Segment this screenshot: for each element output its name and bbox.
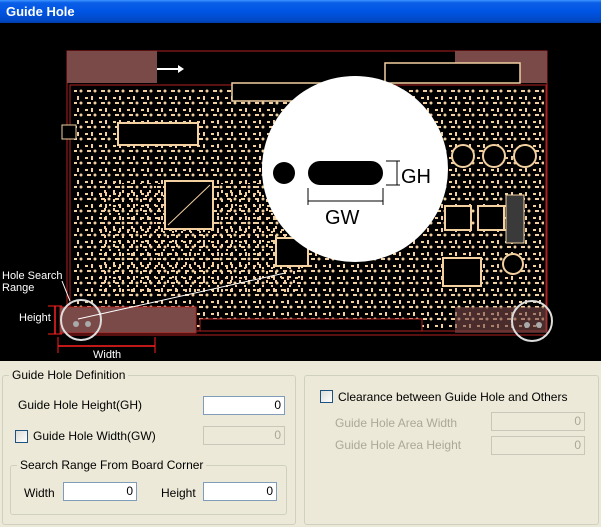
width-label: Width [93, 349, 122, 361]
window-title: Guide Hole [0, 0, 601, 23]
search-width-label: Width [24, 486, 55, 500]
guide-hole-width-label: Guide Hole Width(GW) [33, 429, 156, 443]
guide-hole-height-input[interactable]: 0 [203, 396, 285, 415]
search-range-region [59, 306, 197, 334]
search-range-title: Search Range From Board Corner [17, 458, 207, 472]
guide-hole-area-width-input[interactable]: 0 [491, 412, 585, 431]
guide-hole-area-height-input[interactable]: 0 [491, 436, 585, 455]
search-height-label: Height [161, 486, 196, 500]
pcb-preview: GH GW Hole Search Range Height Width [0, 23, 601, 361]
clearance-checkbox-label: Clearance between Guide Hole and Others [338, 390, 571, 404]
guide-hole-definition-title: Guide Hole Definition [9, 368, 129, 382]
top-left-region [67, 51, 157, 83]
slot-hole-icon [308, 161, 383, 185]
pcb-board-image: GH GW [48, 50, 553, 353]
gw-label: GW [325, 207, 360, 229]
gh-label: GH [401, 166, 431, 188]
guide-hole-area-height-label: Guide Hole Area Height [335, 438, 462, 452]
hole-search-range-label: Hole Search Range [2, 270, 63, 294]
clearance-checkbox[interactable] [320, 390, 333, 403]
search-height-input[interactable]: 0 [203, 482, 277, 501]
round-hole-icon [273, 162, 295, 184]
guide-hole-width-input[interactable]: 0 [203, 426, 285, 445]
height-label: Height [19, 312, 51, 324]
guide-hole-height-label: Guide Hole Height(GH) [18, 398, 143, 412]
search-width-input[interactable]: 0 [63, 482, 137, 501]
guide-hole-width-checkbox[interactable] [15, 430, 28, 443]
guide-hole-area-width-label: Guide Hole Area Width [335, 416, 458, 430]
